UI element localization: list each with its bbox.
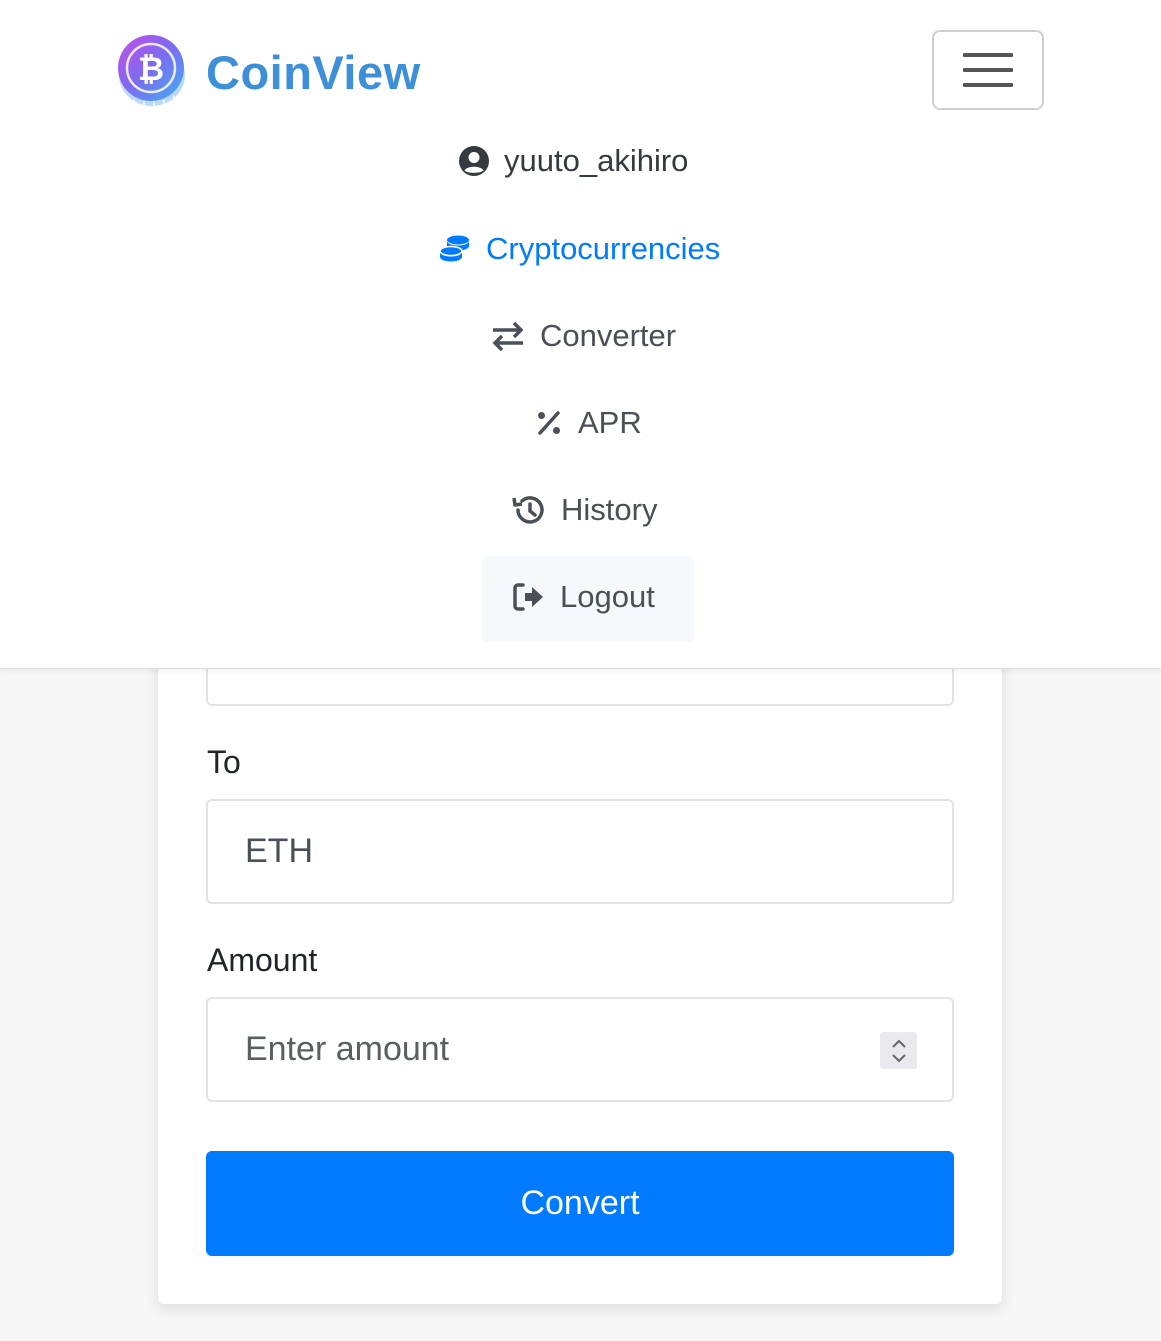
amount-label: Amount — [207, 942, 318, 978]
amount-input[interactable] — [245, 1030, 845, 1069]
to-select[interactable]: ETH — [206, 799, 954, 904]
to-label: To — [207, 744, 241, 780]
nav-item-label: Cryptocurrencies — [486, 231, 721, 266]
nav-item-apr[interactable]: APR — [534, 405, 642, 441]
hamburger-menu-icon[interactable] — [932, 30, 1044, 110]
nav-item-label: History — [561, 492, 658, 527]
nav-item-label: yuuto_akihiro — [504, 143, 689, 178]
coins-icon — [438, 233, 472, 265]
sign-out-icon — [512, 582, 546, 612]
svg-text:₿: ₿ — [138, 50, 164, 88]
bitcoin-coin-icon: ₿ — [114, 33, 188, 112]
to-select-value: ETH — [245, 832, 313, 870]
nav-item-converter[interactable]: Converter — [490, 318, 676, 354]
brand-link[interactable]: ₿ CoinView — [114, 33, 421, 112]
percent-icon — [534, 408, 564, 438]
nav-item-label: APR — [578, 405, 642, 440]
amount-field[interactable] — [206, 997, 954, 1102]
navbar: ₿ CoinView yuuto_akihiro Cryptocurrencie… — [0, 0, 1161, 669]
nav-item-logout[interactable]: Logout — [512, 579, 655, 615]
user-circle-icon — [458, 145, 490, 177]
nav-item-history[interactable]: History — [511, 492, 657, 528]
nav-item-label: Converter — [540, 318, 677, 353]
exchange-arrows-icon — [490, 320, 526, 352]
convert-button[interactable]: Convert — [206, 1151, 954, 1256]
nav-item-label: Logout — [560, 579, 655, 614]
nav-item-user[interactable]: yuuto_akihiro — [458, 143, 688, 179]
brand-name: CoinView — [206, 46, 421, 99]
number-spinner-icon[interactable] — [880, 1032, 917, 1069]
nav-item-cryptocurrencies[interactable]: Cryptocurrencies — [438, 231, 720, 267]
history-icon — [511, 493, 547, 527]
